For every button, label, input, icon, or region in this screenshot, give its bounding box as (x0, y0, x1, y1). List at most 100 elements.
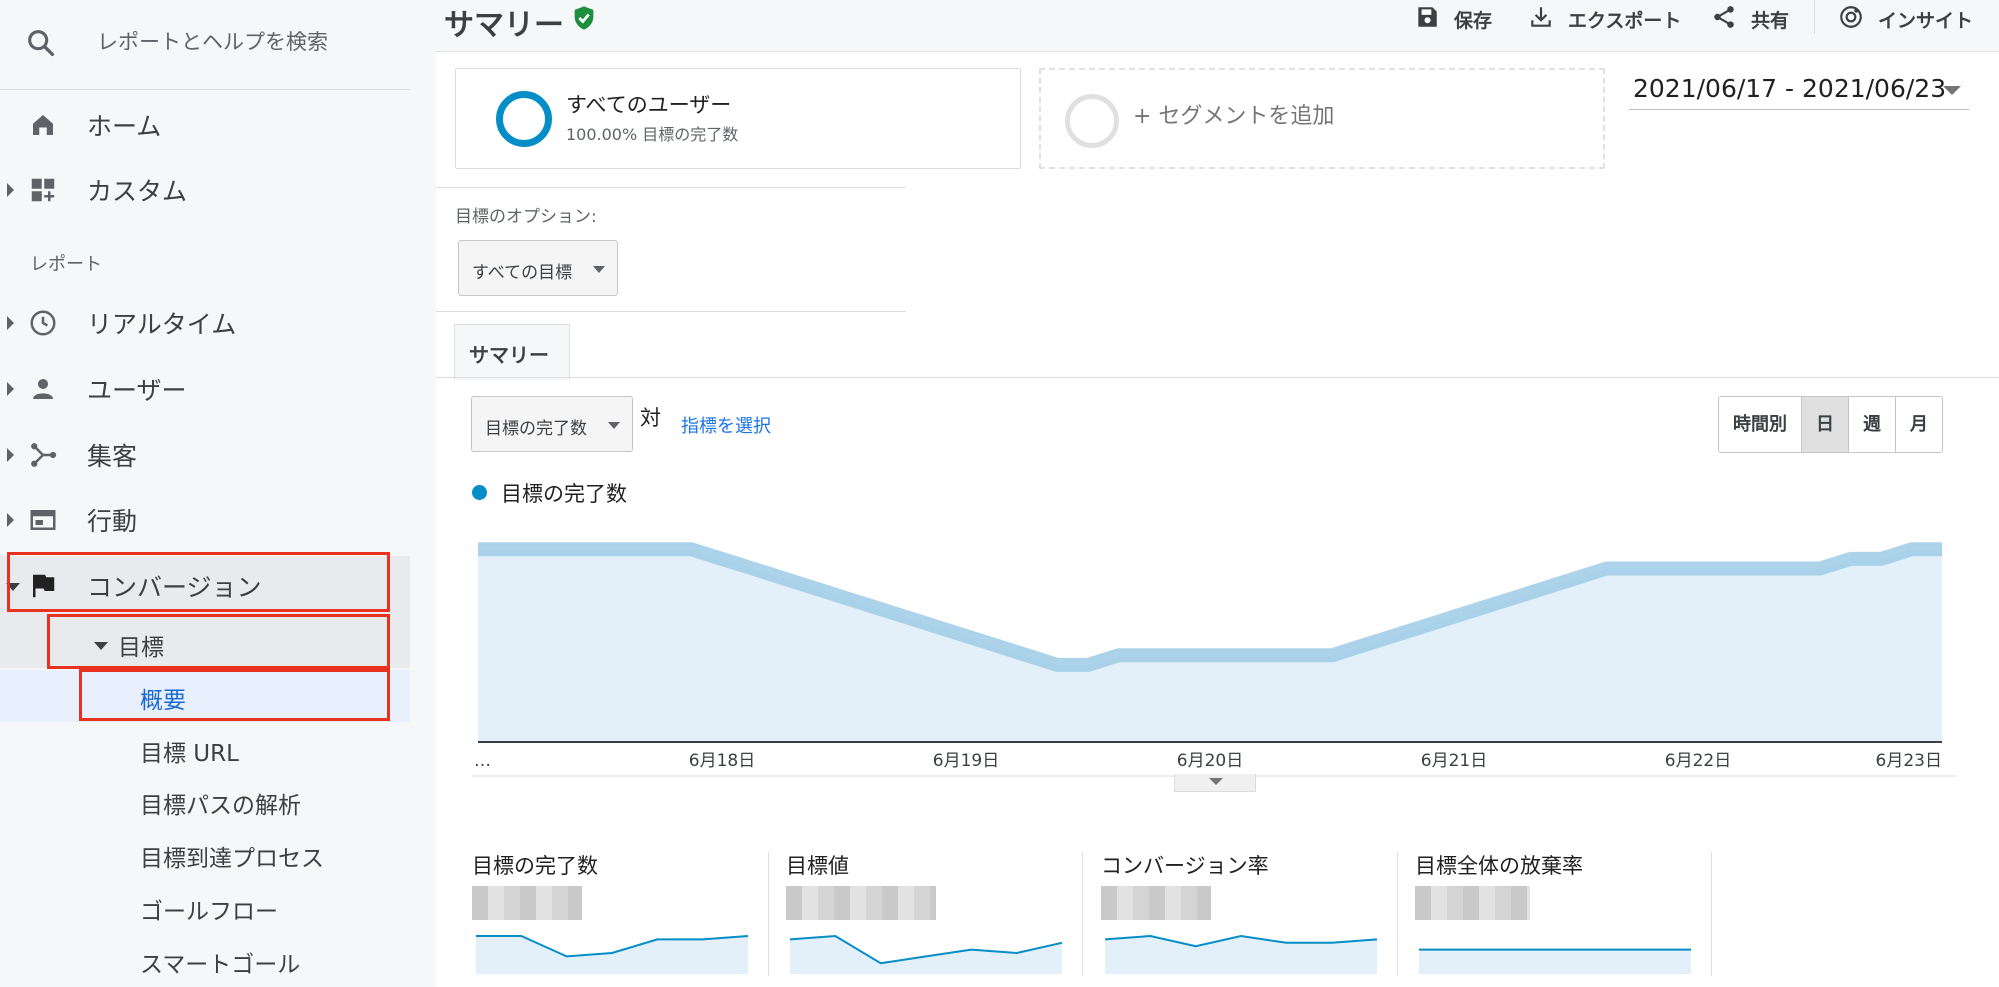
sidebar-search[interactable]: レポートとヘルプを検索 (0, 0, 410, 90)
goal-options-label: 目標のオプション: (455, 207, 597, 227)
person-icon (33, 379, 53, 399)
scorecard-value-redacted (786, 886, 936, 920)
x-tick-label: 6月21日 (1421, 751, 1487, 771)
sidebar-item-label: 目標パスの解析 (140, 793, 301, 819)
scorecard-divider (1397, 852, 1398, 976)
scorecard-label: 目標値 (786, 854, 849, 878)
metric-select[interactable]: 目標の完了数 (471, 396, 633, 452)
report-header: サマリー 保存 エクスポート 共有 インサイト (436, 0, 1999, 52)
sidebar-item-behavior[interactable]: 行動 (0, 489, 410, 549)
goal-option-select[interactable]: すべての目標 (458, 240, 618, 296)
header-divider (1814, 0, 1815, 34)
sidebar-item-label: 行動 (87, 507, 138, 536)
clock-icon (30, 310, 56, 336)
sparkline-area (1419, 949, 1691, 974)
scorecard-sparkline (1419, 948, 1691, 974)
chevron-down-icon (608, 422, 620, 429)
download-icon (1531, 7, 1551, 27)
home-icon (33, 115, 53, 135)
sidebar-item-label: ホーム (87, 112, 162, 141)
select-metric-link[interactable]: 指標を選択 (681, 412, 771, 438)
sidebar-item-custom[interactable]: カスタム (0, 159, 410, 219)
granularity-daily[interactable]: 日 (1802, 397, 1849, 452)
date-range-picker[interactable]: 2021/06/17 - 2021/06/23 (1629, 72, 1969, 110)
sparkline-area (790, 936, 1062, 974)
search-placeholder: レポートとヘルプを検索 (97, 30, 328, 54)
sidebar-item-funnel-visualization[interactable]: 目標到達プロセス (0, 829, 410, 881)
segment-subtitle: 100.00% 目標の完了数 (566, 125, 739, 144)
caret-right-icon (7, 316, 14, 330)
scorecard[interactable]: 目標値 (786, 848, 1086, 978)
scorecard-divider (768, 852, 769, 976)
sidebar-item-label: ゴールフロー (140, 899, 278, 925)
scorecard[interactable]: 目標全体の放棄率 (1415, 848, 1715, 978)
scorecard-sparkline (789, 934, 1063, 974)
segment-name: すべてのユーザー (566, 93, 732, 117)
scorecard-value-redacted (472, 886, 582, 920)
sidebar-item-users[interactable]: ユーザー (0, 358, 410, 418)
search-icon[interactable] (24, 26, 58, 60)
share-icon (1714, 6, 1734, 28)
caret-right-icon (7, 382, 14, 396)
scorecard-label: 目標全体の放棄率 (1415, 854, 1583, 878)
scorecard-sparkline (476, 935, 749, 974)
scorecard-divider (1082, 852, 1083, 976)
insights-icon (1840, 6, 1862, 28)
highlight-box-goals (47, 614, 390, 669)
scorecard[interactable]: コンバージョン率 (1101, 848, 1401, 978)
x-tick-label: 6月22日 (1665, 751, 1731, 771)
scorecard-label: 目標の完了数 (472, 854, 598, 878)
sidebar-item-acquisition[interactable]: 集客 (0, 424, 410, 484)
segment-card-all-users[interactable]: すべてのユーザー 100.00% 目標の完了数 (455, 68, 1021, 169)
granularity-toggle: 時間別 日 週 月 (1718, 396, 1943, 453)
sidebar-item-label: 目標 URL (140, 741, 239, 767)
scorecard-value-redacted (1101, 886, 1211, 920)
divider (436, 311, 906, 312)
sidebar-item-goal-urls[interactable]: 目標 URL (0, 724, 410, 776)
x-tick-label: … (474, 751, 491, 771)
granularity-monthly[interactable]: 月 (1896, 397, 1942, 452)
highlight-box-conversions (7, 552, 390, 612)
caret-right-icon (7, 183, 14, 197)
segment-placeholder-ring-icon (1065, 94, 1119, 148)
tab-summary[interactable]: サマリー (454, 324, 570, 380)
sidebar-item-goal-flow[interactable]: ゴールフロー (0, 882, 410, 934)
granularity-weekly[interactable]: 週 (1849, 397, 1896, 452)
x-tick-label: 6月19日 (933, 751, 999, 771)
sidebar-item-home[interactable]: ホーム (0, 94, 410, 154)
scorecard-label: コンバージョン率 (1101, 854, 1269, 878)
chevron-down-icon (593, 266, 605, 273)
x-tick-label: 6月18日 (689, 751, 755, 771)
legend-dot (472, 485, 487, 500)
caret-right-icon (7, 448, 14, 462)
divider (436, 187, 906, 188)
sidebar-item-reverse-goal-path[interactable]: 目標パスの解析 (0, 776, 410, 828)
sidebar-item-label: カスタム (87, 177, 188, 206)
page-title: サマリー (444, 8, 564, 43)
save-icon (1418, 7, 1437, 27)
add-segment-button[interactable]: + セグメントを追加 (1039, 68, 1605, 169)
sidebar-item-label: リアルタイム (87, 310, 237, 339)
segment-ring-icon (496, 91, 552, 147)
sidebar-item-smart-goals[interactable]: スマートゴール (0, 935, 410, 987)
scorecard-divider (1711, 852, 1712, 976)
sidebar-item-realtime[interactable]: リアルタイム (0, 292, 410, 352)
granularity-hourly[interactable]: 時間別 (1719, 397, 1802, 452)
sidebar: レポートとヘルプを検索 ホーム カスタム レポート リアルタイム ユーザー 集客… (0, 0, 436, 987)
series-area (478, 549, 1942, 742)
goal-completions-chart: … 6月18日 6月19日 6月20日 6月21日 6月22日 6月23日 (472, 542, 1957, 777)
chart-collapse-handle[interactable] (1174, 774, 1256, 792)
x-tick-label: 6月23日 (1876, 751, 1942, 771)
sidebar-item-label: ユーザー (87, 376, 187, 405)
caret-right-icon (7, 513, 14, 527)
highlight-box-overview (79, 669, 390, 721)
verified-shield-icon (574, 6, 594, 30)
legend-label: 目標の完了数 (501, 482, 627, 506)
scorecard[interactable]: 目標の完了数 (472, 848, 772, 978)
versus-label: 対 (640, 406, 661, 430)
x-tick-label: 6月20日 (1177, 751, 1243, 771)
chevron-down-icon (1943, 86, 1961, 95)
scorecard-value-redacted (1415, 886, 1530, 920)
sparkline-area (476, 936, 748, 974)
add-segment-label: + セグメントを追加 (1133, 104, 1335, 129)
